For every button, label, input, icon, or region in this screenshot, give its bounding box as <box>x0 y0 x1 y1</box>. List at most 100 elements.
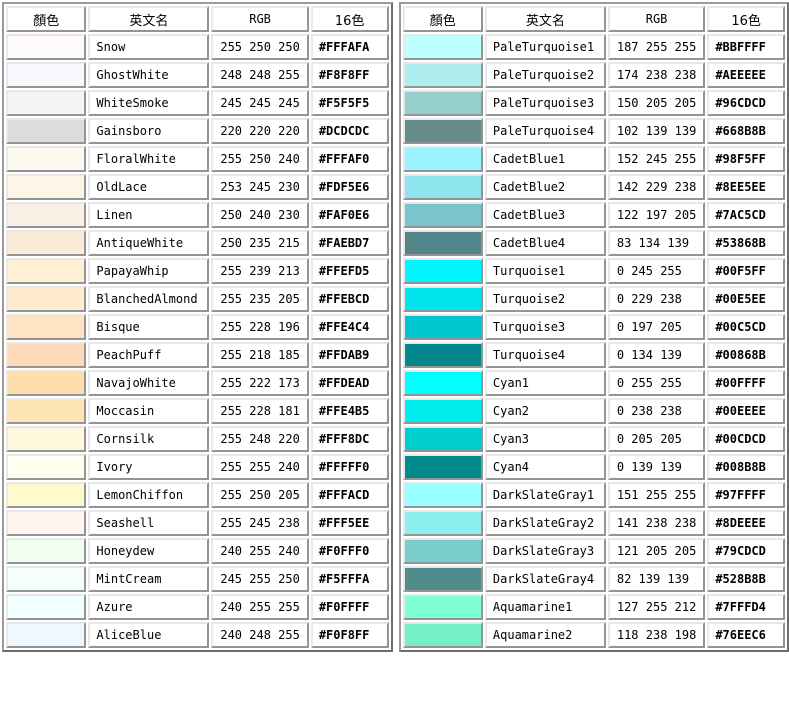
color-rgb: 240 255 255 <box>211 594 308 620</box>
color-name: BlanchedAlmond <box>88 286 209 312</box>
color-rgb: 141 238 238 <box>608 510 705 536</box>
color-swatch <box>403 146 483 172</box>
color-name: OldLace <box>88 174 209 200</box>
color-name: NavajoWhite <box>88 370 209 396</box>
color-hex: #00C5CD <box>707 314 785 340</box>
color-name: Gainsboro <box>88 118 209 144</box>
color-hex: #97FFFF <box>707 482 785 508</box>
color-name: PaleTurquoise3 <box>485 90 606 116</box>
color-rgb: 250 240 230 <box>211 202 308 228</box>
color-name: CadetBlue3 <box>485 202 606 228</box>
color-rgb: 0 245 255 <box>608 258 705 284</box>
table-row: Honeydew240 255 240#F0FFF0 <box>6 538 389 564</box>
color-hex: #00868B <box>707 342 785 368</box>
color-hex: #FFDEAD <box>311 370 389 396</box>
color-name: WhiteSmoke <box>88 90 209 116</box>
color-name: CadetBlue1 <box>485 146 606 172</box>
color-swatch <box>403 398 483 424</box>
color-rgb: 240 255 240 <box>211 538 308 564</box>
color-name: Cyan4 <box>485 454 606 480</box>
color-hex: #00CDCD <box>707 426 785 452</box>
color-swatch <box>6 398 86 424</box>
color-table-left: 顏色 英文名 RGB 16色 Snow255 250 250#FFFAFAGho… <box>2 2 393 652</box>
color-hex: #00EEEE <box>707 398 785 424</box>
color-hex: #FFFAF0 <box>311 146 389 172</box>
table-row: Turquoise30 197 205#00C5CD <box>403 314 786 340</box>
color-rgb: 255 245 238 <box>211 510 308 536</box>
table-row: PapayaWhip255 239 213#FFEFD5 <box>6 258 389 284</box>
color-swatch <box>6 174 86 200</box>
table-row: OldLace253 245 230#FDF5E6 <box>6 174 389 200</box>
header-swatch: 顏色 <box>403 6 483 32</box>
color-rgb: 102 139 139 <box>608 118 705 144</box>
color-rgb: 127 255 212 <box>608 594 705 620</box>
color-swatch <box>403 426 483 452</box>
color-hex: #FAF0E6 <box>311 202 389 228</box>
color-name: Ivory <box>88 454 209 480</box>
table-row: GhostWhite248 248 255#F8F8FF <box>6 62 389 88</box>
color-swatch <box>6 482 86 508</box>
color-hex: #FFE4C4 <box>311 314 389 340</box>
table-body-right: PaleTurquoise1187 255 255#BBFFFFPaleTurq… <box>403 34 786 648</box>
color-name: Cyan2 <box>485 398 606 424</box>
header-rgb: RGB <box>608 6 705 32</box>
table-row: MintCream245 255 250#F5FFFA <box>6 566 389 592</box>
color-rgb: 253 245 230 <box>211 174 308 200</box>
color-name: GhostWhite <box>88 62 209 88</box>
color-rgb: 0 197 205 <box>608 314 705 340</box>
color-hex: #FFE4B5 <box>311 398 389 424</box>
color-rgb: 240 248 255 <box>211 622 308 648</box>
color-rgb: 118 238 198 <box>608 622 705 648</box>
color-name: PaleTurquoise1 <box>485 34 606 60</box>
color-name: PaleTurquoise4 <box>485 118 606 144</box>
color-rgb: 0 238 238 <box>608 398 705 424</box>
color-name: LemonChiffon <box>88 482 209 508</box>
color-name: AliceBlue <box>88 622 209 648</box>
color-rgb: 0 255 255 <box>608 370 705 396</box>
color-swatch <box>403 370 483 396</box>
table-header-right: 顏色 英文名 RGB 16色 <box>403 6 786 32</box>
table-row: CadetBlue3122 197 205#7AC5CD <box>403 202 786 228</box>
color-swatch <box>6 426 86 452</box>
color-rgb: 255 228 196 <box>211 314 308 340</box>
color-swatch <box>403 482 483 508</box>
color-swatch <box>403 34 483 60</box>
color-name: PapayaWhip <box>88 258 209 284</box>
color-swatch <box>6 342 86 368</box>
table-row: DarkSlateGray482 139 139#528B8B <box>403 566 786 592</box>
color-swatch <box>6 370 86 396</box>
color-hex: #F0FFFF <box>311 594 389 620</box>
table-row: CadetBlue2142 229 238#8EE5EE <box>403 174 786 200</box>
color-hex: #FFEFD5 <box>311 258 389 284</box>
table-row: Azure240 255 255#F0FFFF <box>6 594 389 620</box>
color-hex: #F0FFF0 <box>311 538 389 564</box>
color-swatch <box>6 286 86 312</box>
color-rgb: 150 205 205 <box>608 90 705 116</box>
color-name: Turquoise1 <box>485 258 606 284</box>
header-name: 英文名 <box>485 6 606 32</box>
table-row: Cyan40 139 139#008B8B <box>403 454 786 480</box>
color-hex: #00FFFF <box>707 370 785 396</box>
color-hex: #53868B <box>707 230 785 256</box>
color-swatch <box>403 594 483 620</box>
color-name: DarkSlateGray1 <box>485 482 606 508</box>
table-row: Cyan30 205 205#00CDCD <box>403 426 786 452</box>
color-name: CadetBlue4 <box>485 230 606 256</box>
color-swatch <box>403 62 483 88</box>
color-hex: #79CDCD <box>707 538 785 564</box>
color-swatch <box>403 454 483 480</box>
color-swatch <box>6 258 86 284</box>
color-rgb: 255 235 205 <box>211 286 308 312</box>
color-swatch <box>6 566 86 592</box>
color-rgb: 0 229 238 <box>608 286 705 312</box>
color-rgb: 248 248 255 <box>211 62 308 88</box>
color-swatch <box>6 314 86 340</box>
table-row: PeachPuff255 218 185#FFDAB9 <box>6 342 389 368</box>
color-hex: #00F5FF <box>707 258 785 284</box>
color-swatch <box>403 90 483 116</box>
color-rgb: 121 205 205 <box>608 538 705 564</box>
color-swatch <box>403 314 483 340</box>
table-row: Cyan20 238 238#00EEEE <box>403 398 786 424</box>
color-name: DarkSlateGray4 <box>485 566 606 592</box>
table-row: CadetBlue1152 245 255#98F5FF <box>403 146 786 172</box>
